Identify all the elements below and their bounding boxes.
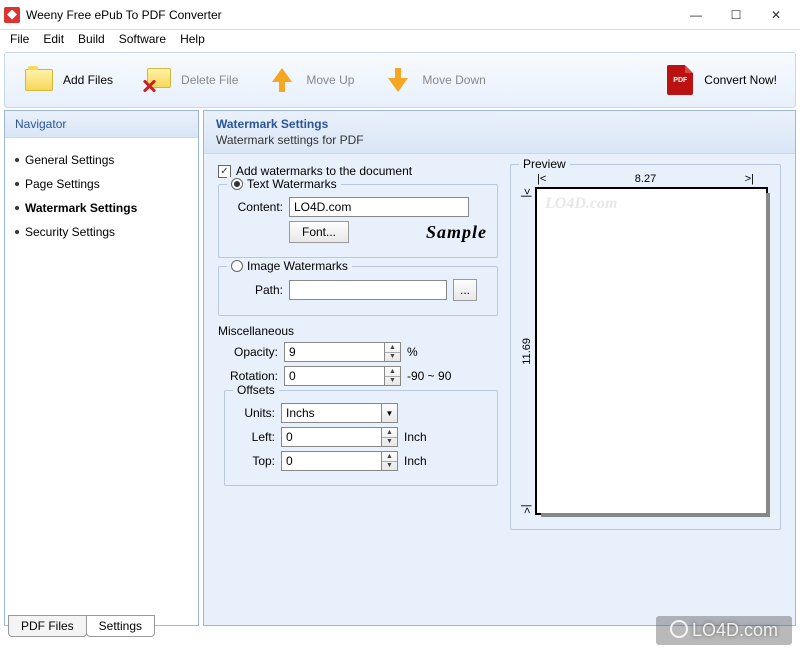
close-button[interactable]: ✕	[756, 1, 796, 29]
content-header: Watermark Settings Watermark settings fo…	[204, 111, 795, 154]
offsets-label: Offsets	[237, 383, 275, 397]
sample-text: Sample	[426, 222, 487, 243]
pdf-icon: PDF	[664, 64, 696, 96]
rotation-input[interactable]	[284, 366, 384, 386]
menubar: File Edit Build Software Help	[0, 30, 800, 50]
arrow-up-icon	[266, 64, 298, 96]
nav-item-security-settings[interactable]: Security Settings	[11, 220, 192, 244]
add-watermarks-label: Add watermarks to the document	[236, 164, 412, 178]
titlebar: Weeny Free ePub To PDF Converter ― ☐ ✕	[0, 0, 800, 30]
app-icon	[4, 7, 20, 23]
opacity-suffix: %	[407, 345, 418, 359]
offsets-group: Offsets Units: Inchs ▼ Left: ▲▼	[224, 390, 498, 486]
site-watermark: LO4D.com	[656, 616, 792, 645]
rotation-spinner[interactable]: ▲▼	[284, 366, 401, 386]
menu-edit[interactable]: Edit	[43, 32, 64, 48]
nav-item-label: Page Settings	[25, 177, 100, 191]
left-label: Left:	[235, 430, 275, 444]
bottom-tabs: PDF Files Settings	[8, 615, 154, 637]
move-down-label: Move Down	[422, 73, 485, 87]
units-label: Units:	[235, 406, 275, 420]
nav-item-watermark-settings[interactable]: Watermark Settings	[11, 196, 192, 220]
ruler-left: >| 11.69 |<	[519, 187, 535, 515]
bullet-icon	[15, 230, 19, 234]
text-watermarks-radio[interactable]	[231, 178, 243, 190]
convert-now-label: Convert Now!	[704, 73, 777, 87]
chevron-down-icon: ▼	[381, 403, 398, 423]
folder-delete-icon	[141, 64, 173, 96]
top-suffix: Inch	[404, 454, 427, 468]
window-title: Weeny Free ePub To PDF Converter	[26, 8, 676, 22]
nav-item-label: Security Settings	[25, 225, 115, 239]
nav-item-general-settings[interactable]: General Settings	[11, 148, 192, 172]
units-value: Inchs	[281, 403, 381, 423]
preview-watermark-text: LO4D.com	[545, 195, 617, 213]
content-panel: Watermark Settings Watermark settings fo…	[203, 110, 796, 626]
content-label: Content:	[229, 200, 283, 214]
maximize-button[interactable]: ☐	[716, 1, 756, 29]
miscellaneous-label: Miscellaneous	[218, 324, 498, 338]
preview-height: 11.69	[521, 338, 533, 365]
tab-settings[interactable]: Settings	[86, 615, 155, 637]
tab-pdf-files[interactable]: PDF Files	[8, 615, 87, 637]
nav-item-label: General Settings	[25, 153, 114, 167]
browse-button[interactable]: ...	[453, 279, 477, 301]
delete-file-button[interactable]: Delete File	[131, 60, 248, 100]
move-down-button[interactable]: Move Down	[372, 60, 495, 100]
move-up-label: Move Up	[306, 73, 354, 87]
preview-page: LO4D.com	[535, 187, 768, 515]
bullet-icon	[15, 206, 19, 210]
preview-label: Preview	[523, 157, 566, 171]
top-label: Top:	[235, 454, 275, 468]
ruler-top: |< 8.27 >|	[519, 173, 772, 187]
panel-subtitle: Watermark settings for PDF	[216, 133, 783, 147]
opacity-label: Opacity:	[224, 345, 278, 359]
menu-help[interactable]: Help	[180, 32, 205, 48]
convert-now-button[interactable]: PDF Convert Now!	[654, 60, 787, 100]
text-watermarks-group: Text Watermarks Content: Font... Sample	[218, 184, 498, 258]
navigator-panel: Navigator General Settings Page Settings W…	[4, 110, 199, 626]
units-select[interactable]: Inchs ▼	[281, 403, 398, 423]
preview-width: 8.27	[635, 173, 656, 185]
bullet-icon	[15, 182, 19, 186]
folder-plus-icon	[23, 64, 55, 96]
arrow-down-icon	[382, 64, 414, 96]
menu-file[interactable]: File	[10, 32, 29, 48]
delete-file-label: Delete File	[181, 73, 238, 87]
navigator-title: Navigator	[5, 111, 198, 138]
image-watermarks-radio[interactable]	[231, 260, 243, 272]
path-input[interactable]	[289, 280, 447, 300]
add-watermarks-checkbox[interactable]: ✓	[218, 165, 231, 178]
image-watermarks-group: Image Watermarks Path: ...	[218, 266, 498, 316]
nav-item-label: Watermark Settings	[25, 201, 137, 215]
left-suffix: Inch	[404, 430, 427, 444]
preview-group: Preview |< 8.27 >| >| 11.69 |< LO4D.	[510, 164, 781, 530]
add-files-button[interactable]: Add Files	[13, 60, 123, 100]
move-up-button[interactable]: Move Up	[256, 60, 364, 100]
toolbar: Add Files Delete File Move Up Move Down …	[4, 52, 796, 108]
minimize-button[interactable]: ―	[676, 1, 716, 29]
opacity-spinner[interactable]: ▲▼	[284, 342, 401, 362]
left-input[interactable]	[281, 427, 381, 447]
top-input[interactable]	[281, 451, 381, 471]
rotation-label: Rotation:	[224, 369, 278, 383]
text-watermarks-label: Text Watermarks	[247, 177, 337, 191]
left-spinner[interactable]: ▲▼	[281, 427, 398, 447]
panel-title: Watermark Settings	[216, 117, 783, 131]
nav-item-page-settings[interactable]: Page Settings	[11, 172, 192, 196]
image-watermarks-label: Image Watermarks	[247, 259, 348, 273]
font-button[interactable]: Font...	[289, 221, 349, 243]
top-spinner[interactable]: ▲▼	[281, 451, 398, 471]
content-input[interactable]	[289, 197, 469, 217]
menu-build[interactable]: Build	[78, 32, 105, 48]
menu-software[interactable]: Software	[119, 32, 166, 48]
bullet-icon	[15, 158, 19, 162]
path-label: Path:	[229, 283, 283, 297]
add-files-label: Add Files	[63, 73, 113, 87]
opacity-input[interactable]	[284, 342, 384, 362]
rotation-suffix: -90 ~ 90	[407, 369, 451, 383]
